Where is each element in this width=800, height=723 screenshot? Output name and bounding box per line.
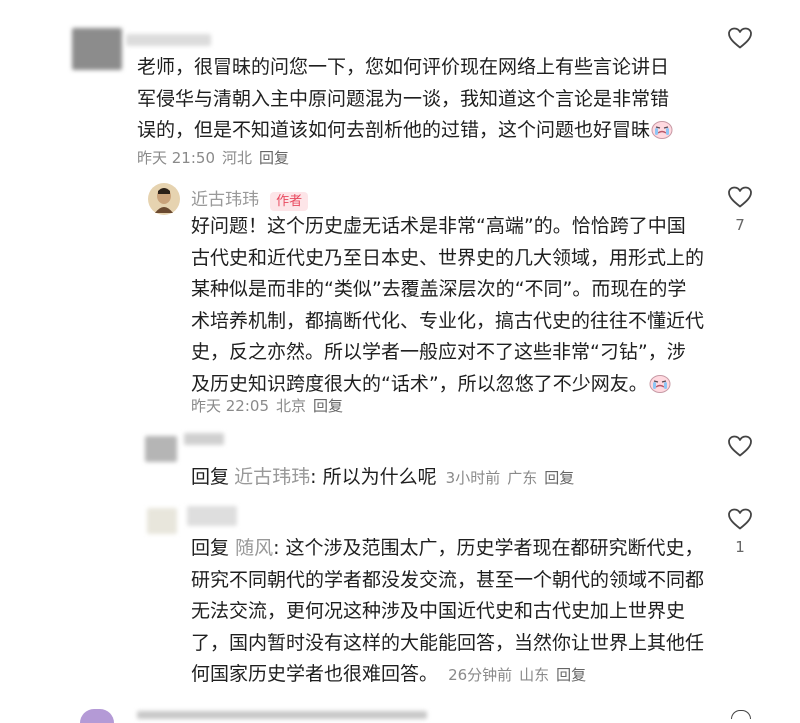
- username-blurred[interactable]: [184, 433, 224, 445]
- text-partial-blurred: [137, 711, 427, 719]
- like-count: 7: [735, 216, 745, 234]
- reply-2-text: : 所以为什么呢: [310, 466, 437, 488]
- reply-button[interactable]: 回复: [259, 149, 289, 167]
- author-badge: 作者: [270, 192, 309, 211]
- reply-button[interactable]: 回复: [544, 469, 574, 487]
- username-blurred[interactable]: [187, 506, 237, 526]
- comment-location: 北京: [276, 397, 307, 415]
- reply-1-body: 好问题！这个历史虚无话术是非常“高端”的。恰恰跨了中国古代史和近代史乃至日本史、…: [191, 211, 704, 400]
- reply-1-meta: 昨天 22:05 北京 回复: [191, 395, 350, 416]
- comment-location: 山东: [519, 666, 550, 684]
- avatar-blurred[interactable]: [72, 28, 122, 70]
- username-blurred[interactable]: [126, 34, 211, 46]
- reply-3-text: : 这个涉及范围太广，历史学者现在都研究断代史，研究不同朝代的学者都没发交流，甚…: [191, 537, 705, 685]
- crying-face-emoji-icon: [649, 374, 671, 393]
- reply-2-body: 回复 近古玮玮: 所以为什么呢 3小时前 广东 回复: [191, 462, 581, 494]
- like-heart-icon[interactable]: [727, 185, 753, 209]
- reply-1-text: 好问题！这个历史虚无话术是非常“高端”的。恰恰跨了中国古代史和近代史乃至日本史、…: [191, 215, 705, 395]
- comment-location: 河北: [222, 149, 253, 167]
- reply-prefix: 回复: [191, 466, 230, 488]
- heart-partial[interactable]: [731, 710, 751, 719]
- comment-location: 广东: [507, 469, 538, 487]
- reply-3-meta: 26分钟前 山东 回复: [448, 666, 593, 684]
- comment-time: 昨天 21:50: [137, 149, 215, 167]
- crying-face-emoji-icon: [651, 121, 673, 139]
- comment-time: 3小时前: [445, 469, 501, 487]
- reply-3-body: 回复 随风: 这个涉及范围太广，历史学者现在都研究断代史，研究不同朝代的学者都没…: [191, 533, 704, 692]
- like-count: 1: [735, 538, 745, 556]
- like-heart-icon[interactable]: [727, 26, 753, 50]
- comment-1-body: 老师，很冒昧的问您一下，您如何评价现在网络上有些言论讲日军侵华与清朝入主中原问题…: [137, 52, 687, 147]
- reply-prefix: 回复: [191, 537, 230, 559]
- mention-username[interactable]: 近古玮玮: [234, 466, 310, 488]
- author-row: 近古玮玮 作者: [191, 185, 309, 211]
- avatar-blurred[interactable]: [147, 508, 177, 534]
- reply-button[interactable]: 回复: [313, 397, 343, 415]
- comment-1-meta: 昨天 21:50 河北 回复: [137, 147, 296, 168]
- comment-1-text: 老师，很冒昧的问您一下，您如何评价现在网络上有些言论讲日军侵华与清朝入主中原问题…: [137, 56, 670, 141]
- mention-username[interactable]: 随风: [235, 537, 273, 559]
- author-name[interactable]: 近古玮玮: [191, 190, 259, 210]
- avatar-blurred[interactable]: [145, 436, 177, 462]
- comment-time: 昨天 22:05: [191, 397, 269, 415]
- like-heart-icon[interactable]: [727, 434, 753, 458]
- comment-time: 26分钟前: [448, 666, 513, 684]
- reply-button[interactable]: 回复: [556, 666, 586, 684]
- author-avatar[interactable]: [148, 183, 180, 215]
- reply-2-meta: 3小时前 广东 回复: [446, 469, 582, 487]
- avatar-partial[interactable]: [80, 709, 114, 723]
- like-heart-icon[interactable]: [727, 507, 753, 531]
